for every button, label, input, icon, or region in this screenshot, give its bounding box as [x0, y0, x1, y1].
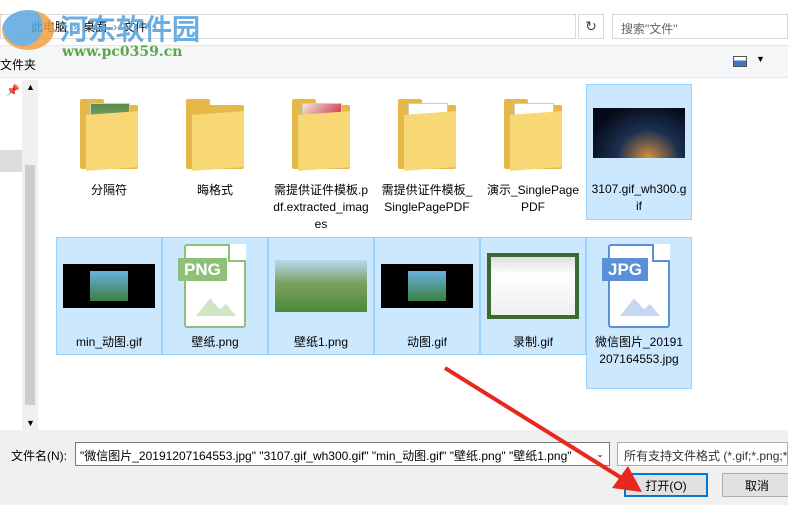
red-arrow-annotation	[443, 366, 642, 492]
